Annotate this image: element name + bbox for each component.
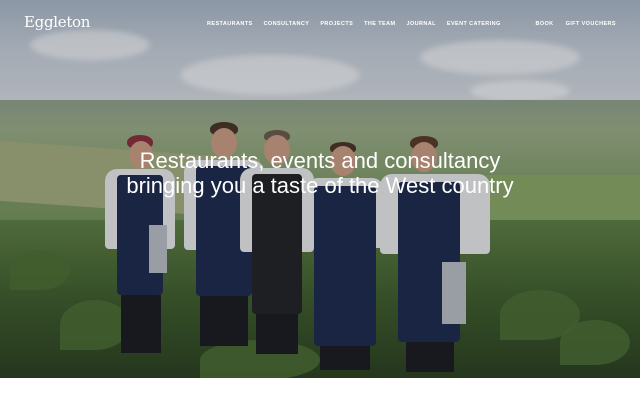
nav-right-links: BOOK GIFT VOUCHERS (535, 21, 616, 27)
top-navigation: Eggleton RESTAURANTS CONSULTANCY PROJECT… (0, 0, 640, 48)
hero-headline: Restaurants, events and consultancy brin… (126, 148, 514, 198)
nav-link-restaurants[interactable]: RESTAURANTS (207, 21, 253, 27)
page-below-hero (0, 378, 640, 412)
nav-link-journal[interactable]: JOURNAL (406, 21, 435, 27)
nav-link-consultancy[interactable]: CONSULTANCY (264, 21, 310, 27)
nav-link-the-team[interactable]: THE TEAM (364, 21, 395, 27)
nav-link-gift-vouchers[interactable]: GIFT VOUCHERS (566, 21, 616, 27)
main-nav-links: RESTAURANTS CONSULTANCY PROJECTS THE TEA… (207, 21, 501, 27)
nav-link-event-catering[interactable]: EVENT CATERING (447, 21, 501, 27)
hero-section: Eggleton RESTAURANTS CONSULTANCY PROJECT… (0, 0, 640, 378)
nav-link-book[interactable]: BOOK (535, 21, 553, 27)
nav-link-projects[interactable]: PROJECTS (320, 21, 353, 27)
site-logo[interactable]: Eggleton (24, 13, 90, 31)
